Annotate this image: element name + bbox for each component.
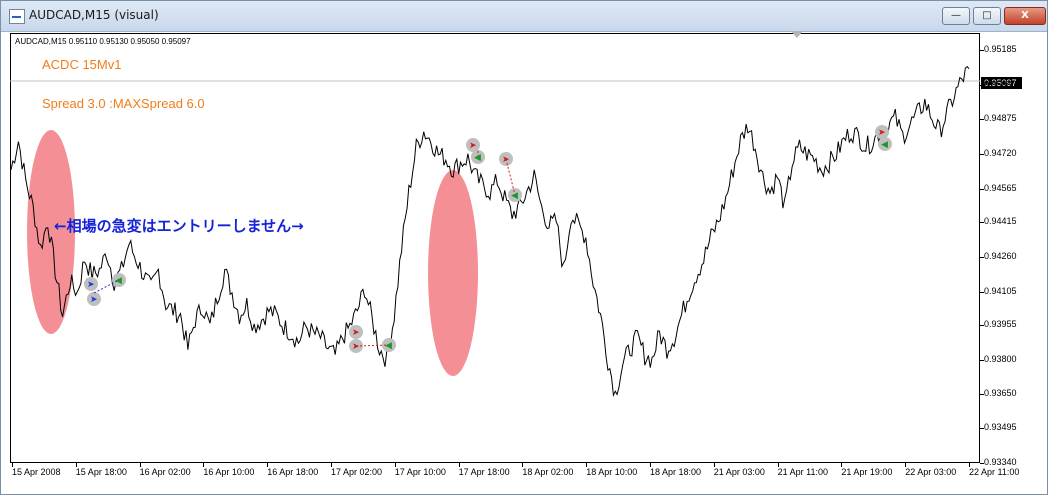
price-axis-label: 0.94260 <box>984 250 1017 261</box>
trade-markers: ➤ ➤ ◀ ➤ ➤ ◀ ➤ ◀ ➤ ◀ ➤ ◀ <box>84 125 892 353</box>
chart-window-icon <box>9 9 25 24</box>
time-axis-label: 22 Apr 11:00 <box>969 467 1020 477</box>
time-axis-label: 18 Apr 10:00 <box>586 467 638 477</box>
time-axis-label: 16 Apr 02:00 <box>139 467 191 477</box>
price-axis-label: 0.95185 <box>984 43 1017 54</box>
price-axis-label: 0.93340 <box>984 457 1017 467</box>
svg-text:◀: ◀ <box>881 140 888 150</box>
svg-text:◀: ◀ <box>511 191 518 201</box>
price-plot-svg: ➤ ➤ ◀ ➤ ➤ ◀ ➤ ◀ ➤ ◀ ➤ ◀ <box>10 65 980 398</box>
price-axis-label: 0.95030 <box>984 78 1017 89</box>
window-title: AUDCAD,M15 (visual) <box>29 8 159 22</box>
restore-button[interactable]: □ <box>973 7 1001 25</box>
svg-text:➤: ➤ <box>469 141 477 151</box>
minimize-button[interactable]: — <box>942 7 970 25</box>
price-axis-label: 0.93650 <box>984 387 1017 398</box>
sudden-move-annotation: ←相場の急変はエントリーしません→ <box>54 217 304 235</box>
time-axis-label: 21 Apr 19:00 <box>841 467 893 477</box>
svg-text:◀: ◀ <box>115 276 122 286</box>
time-axis-label: 22 Apr 03:00 <box>905 467 957 477</box>
time-axis-label: 16 Apr 18:00 <box>267 467 319 477</box>
price-axis-label: 0.94415 <box>984 216 1017 227</box>
svg-text:➤: ➤ <box>502 155 510 165</box>
highlight-region-2 <box>428 170 478 376</box>
svg-text:➤: ➤ <box>90 295 98 305</box>
price-chart[interactable]: AUDCAD,M15 0.95110 0.95130 0.95050 0.950… <box>10 31 1038 485</box>
svg-text:➤: ➤ <box>352 328 360 338</box>
price-axis-label: 0.94105 <box>984 285 1017 296</box>
svg-text:➤: ➤ <box>87 280 95 290</box>
chart-window: AUDCAD,M15 (visual) — □ X AUDCAD,M15 0.9… <box>0 0 1048 495</box>
title-bar[interactable]: AUDCAD,M15 (visual) — □ X <box>1 1 1047 32</box>
svg-text:◀: ◀ <box>474 153 481 163</box>
time-axis-label: 18 Apr 18:00 <box>650 467 702 477</box>
time-axis-label: 17 Apr 02:00 <box>331 467 383 477</box>
time-axis-label: 17 Apr 18:00 <box>458 467 510 477</box>
svg-text:➤: ➤ <box>878 128 886 138</box>
price-axis-label: 0.94720 <box>984 147 1017 158</box>
price-axis-label: 0.93800 <box>984 353 1017 364</box>
time-axis-label: 15 Apr 18:00 <box>75 467 127 477</box>
time-axis-label: 15 Apr 2008 <box>12 467 61 477</box>
time-axis-label: 17 Apr 10:00 <box>394 467 446 477</box>
time-axis-label: 16 Apr 10:00 <box>203 467 255 477</box>
price-axis-label: 0.93955 <box>984 319 1017 330</box>
price-axis-label: 0.93495 <box>984 422 1017 433</box>
price-axis-label: 0.94875 <box>984 113 1017 124</box>
time-axis-label: 18 Apr 02:00 <box>522 467 574 477</box>
close-button[interactable]: X <box>1004 7 1046 25</box>
svg-text:➤: ➤ <box>352 342 360 352</box>
price-axis-label: 0.94565 <box>984 182 1017 193</box>
svg-text:◀: ◀ <box>385 341 392 351</box>
time-axis-label: 21 Apr 11:00 <box>777 467 828 477</box>
time-axis-label: 21 Apr 03:00 <box>713 467 765 477</box>
